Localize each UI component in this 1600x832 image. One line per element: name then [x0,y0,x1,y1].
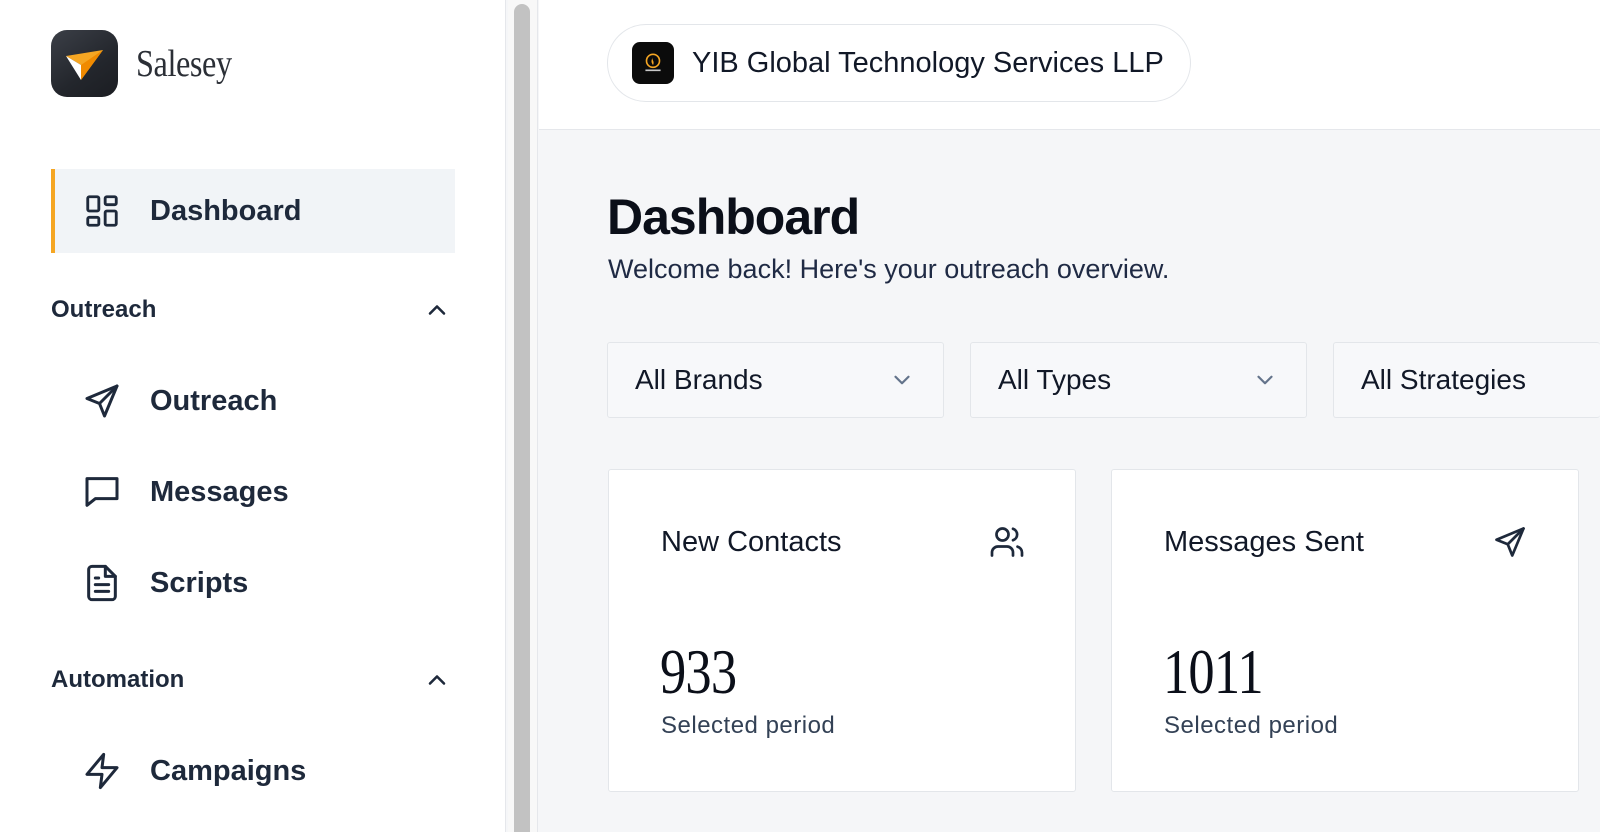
organization-switcher[interactable]: YIB Global Technology Services LLP [607,24,1191,102]
topbar: YIB Global Technology Services LLP [539,0,1600,130]
select-value: All Types [998,364,1112,395]
sidebar: Salesey Dashboard Outreach Outreach Mess… [0,0,506,832]
chevron-up-icon [428,675,446,685]
sidebar-item-label: Messages [150,475,289,508]
page-subtitle: Welcome back! Here's your outreach overv… [608,254,1170,284]
send-icon [82,381,122,421]
brand-name: Salesey [136,42,232,85]
section-automation-toggle[interactable]: Automation [51,666,455,694]
send-icon [1495,527,1525,557]
strategy-filter-select[interactable]: All Strategies [1333,342,1600,418]
stat-caption: Selected period [661,712,836,739]
sidebar-item-label: Scripts [150,566,249,599]
sidebar-scrollbar-thumb[interactable] [514,4,530,832]
sidebar-item-label: Dashboard [150,194,302,227]
users-icon [990,527,1024,557]
sidebar-item-dashboard[interactable]: Dashboard [51,169,455,253]
type-filter-select[interactable]: All Types [970,342,1307,418]
sidebar-item-messages[interactable]: Messages [51,450,455,534]
sidebar-item-label: Campaigns [150,754,307,787]
select-value: All Brands [635,364,763,395]
select-value: All Strategies [1361,364,1526,395]
salesey-logo-icon [51,30,118,97]
section-outreach-toggle[interactable]: Outreach [51,296,455,324]
section-title: Automation [51,666,185,693]
sidebar-item-scripts[interactable]: Scripts [51,541,455,625]
stat-card-new-contacts: New Contacts 933 Selected period [608,469,1076,792]
chevron-down-icon [1257,375,1273,385]
sidebar-item-label: Outreach [150,384,278,417]
file-text-icon [82,563,122,603]
grid-icon [82,191,122,231]
message-square-icon [82,472,122,512]
stat-label: Messages Sent [1164,526,1364,558]
sidebar-item-outreach[interactable]: Outreach [51,359,455,443]
brand-filter-select[interactable]: All Brands [607,342,944,418]
brand[interactable]: Salesey [51,30,249,97]
zap-icon [82,751,122,791]
organization-name: YIB Global Technology Services LLP [692,46,1164,79]
stat-card-messages-sent: Messages Sent 1011 Selected period [1111,469,1579,792]
stat-value: 1011 [1163,636,1264,707]
stat-value: 933 [660,636,737,707]
chevron-down-icon [894,375,910,385]
chevron-up-icon [428,305,446,315]
stat-caption: Selected period [1164,712,1339,739]
organization-logo-icon [632,42,674,84]
sidebar-item-campaigns[interactable]: Campaigns [51,729,455,813]
stat-label: New Contacts [661,526,842,558]
section-title: Outreach [51,296,157,323]
page-title: Dashboard [607,189,860,245]
